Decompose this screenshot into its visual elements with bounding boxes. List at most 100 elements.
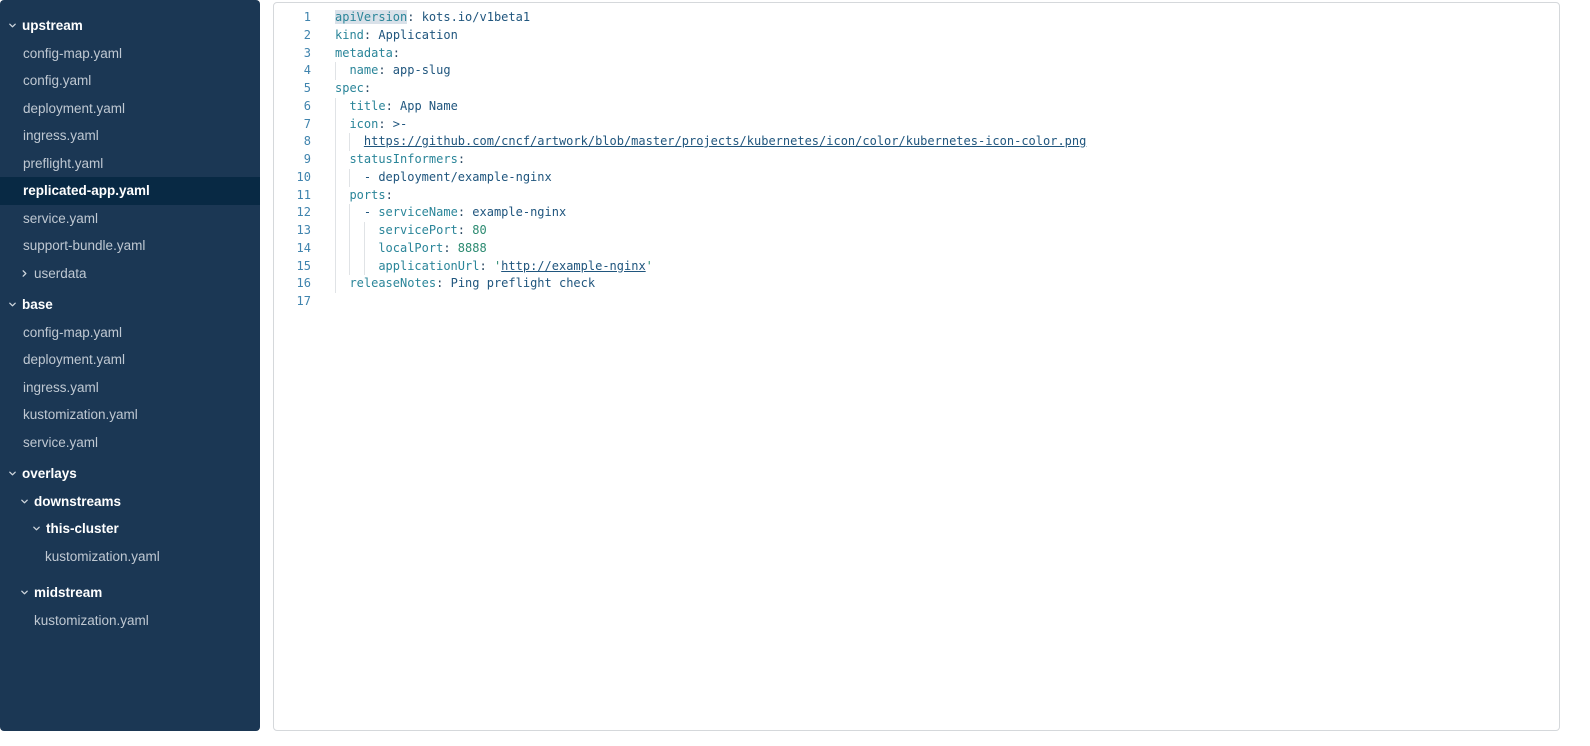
code-line[interactable]: 15applicationUrl: 'http://example-nginx' — [274, 258, 1559, 276]
tree-file-ingress.yaml[interactable]: ingress.yaml — [0, 374, 260, 402]
tree-item-label: upstream — [22, 18, 83, 33]
yaml-value: App Name — [393, 99, 458, 113]
line-number[interactable]: 8 — [274, 133, 311, 151]
tree-folder-downstreams[interactable]: downstreams — [0, 488, 260, 516]
tree-item-label: preflight.yaml — [23, 156, 103, 171]
editor-content[interactable]: 1apiVersion: kots.io/v1beta12kind: Appli… — [274, 3, 1559, 311]
tree-file-config.yaml[interactable]: config.yaml — [0, 67, 260, 95]
code-text: servicePort: 80 — [311, 222, 487, 240]
tree-folder-userdata[interactable]: userdata — [0, 260, 260, 288]
code-text: applicationUrl: 'http://example-nginx' — [311, 258, 653, 276]
tree-item-label: config-map.yaml — [23, 325, 122, 340]
code-text: https://github.com/cncf/artwork/blob/mas… — [311, 133, 1086, 151]
tree-file-preflight.yaml[interactable]: preflight.yaml — [0, 150, 260, 178]
tree-item-label: deployment.yaml — [23, 352, 125, 367]
code-line[interactable]: 2kind: Application — [274, 27, 1559, 45]
yaml-key: kind — [335, 28, 364, 42]
tree-item-label: replicated-app.yaml — [23, 183, 150, 198]
line-number[interactable]: 5 — [274, 80, 311, 98]
code-line[interactable]: 16releaseNotes: Ping preflight check — [274, 275, 1559, 293]
tree-file-deployment.yaml[interactable]: deployment.yaml — [0, 95, 260, 123]
tree-item-label: userdata — [34, 266, 87, 281]
tree-file-config-map.yaml[interactable]: config-map.yaml — [0, 40, 260, 68]
code-line[interactable]: 5spec: — [274, 80, 1559, 98]
yaml-punctuation: : — [443, 241, 450, 255]
line-number[interactable]: 14 — [274, 240, 311, 258]
tree-item-label: this-cluster — [46, 521, 119, 536]
tree-item-label: support-bundle.yaml — [23, 238, 145, 253]
indent-guide — [335, 133, 349, 151]
code-line[interactable]: 14localPort: 8888 — [274, 240, 1559, 258]
line-number[interactable]: 9 — [274, 151, 311, 169]
line-number[interactable]: 11 — [274, 187, 311, 205]
chevron-down-icon — [20, 497, 34, 506]
indent-guide — [349, 133, 363, 151]
tree-folder-base[interactable]: base — [0, 291, 260, 319]
code-line[interactable]: 13servicePort: 80 — [274, 222, 1559, 240]
code-line[interactable]: 6title: App Name — [274, 98, 1559, 116]
yaml-punctuation: : — [458, 223, 465, 237]
tree-file-kustomization.yaml[interactable]: kustomization.yaml — [0, 543, 260, 571]
code-line[interactable]: 11ports: — [274, 187, 1559, 205]
tree-file-config-map.yaml[interactable]: config-map.yaml — [0, 319, 260, 347]
code-line[interactable]: 17 — [274, 293, 1559, 311]
code-text: kind: Application — [311, 27, 458, 45]
tree-folder-this-cluster[interactable]: this-cluster — [0, 515, 260, 543]
code-line[interactable]: 12- serviceName: example-nginx — [274, 204, 1559, 222]
code-text: apiVersion: kots.io/v1beta1 — [311, 9, 530, 27]
line-number[interactable]: 4 — [274, 62, 311, 80]
line-number[interactable]: 7 — [274, 116, 311, 134]
tree-file-replicated-app.yaml[interactable]: replicated-app.yaml — [0, 177, 260, 205]
indent-guide — [335, 62, 349, 80]
indent-guide — [364, 222, 378, 240]
indent-guide — [335, 258, 349, 276]
code-text: statusInformers: — [311, 151, 465, 169]
code-line[interactable]: 10- deployment/example-nginx — [274, 169, 1559, 187]
line-number[interactable]: 15 — [274, 258, 311, 276]
line-number[interactable]: 13 — [274, 222, 311, 240]
tree-file-deployment.yaml[interactable]: deployment.yaml — [0, 346, 260, 374]
line-number[interactable]: 2 — [274, 27, 311, 45]
code-line[interactable]: 7icon: >- — [274, 116, 1559, 134]
tree-file-ingress.yaml[interactable]: ingress.yaml — [0, 122, 260, 150]
yaml-key: localPort — [378, 241, 443, 255]
code-line[interactable]: 3metadata: — [274, 45, 1559, 63]
line-number[interactable]: 1 — [274, 9, 311, 27]
line-number[interactable]: 17 — [274, 293, 311, 311]
tree-file-kustomization.yaml[interactable]: kustomization.yaml — [0, 401, 260, 429]
yaml-punctuation: : — [458, 205, 465, 219]
chevron-down-icon — [8, 300, 22, 309]
indent-guide — [349, 169, 363, 187]
code-line[interactable]: 8https://github.com/cncf/artwork/blob/ma… — [274, 133, 1559, 151]
line-number[interactable]: 12 — [274, 204, 311, 222]
indent-guide — [349, 222, 363, 240]
yaml-key: title — [349, 99, 385, 113]
tree-item-label: config.yaml — [23, 73, 91, 88]
code-line[interactable]: 4name: app-slug — [274, 62, 1559, 80]
tree-folder-upstream[interactable]: upstream — [0, 12, 260, 40]
code-line[interactable]: 9statusInformers: — [274, 151, 1559, 169]
line-number[interactable]: 10 — [274, 169, 311, 187]
yaml-punctuation: : — [364, 81, 371, 95]
tree-item-label: deployment.yaml — [23, 101, 125, 116]
chevron-right-icon — [20, 269, 34, 278]
yaml-key: icon — [349, 117, 378, 131]
indent-guide — [349, 258, 363, 276]
tree-file-support-bundle.yaml[interactable]: support-bundle.yaml — [0, 232, 260, 260]
tree-file-service.yaml[interactable]: service.yaml — [0, 205, 260, 233]
tree-folder-midstream[interactable]: midstream — [0, 579, 260, 607]
line-number[interactable]: 16 — [274, 275, 311, 293]
yaml-value: Ping preflight check — [443, 276, 595, 290]
tree-file-service.yaml[interactable]: service.yaml — [0, 429, 260, 457]
line-number[interactable]: 6 — [274, 98, 311, 116]
editor-panel: 1apiVersion: kots.io/v1beta12kind: Appli… — [273, 2, 1560, 731]
indent-guide — [335, 98, 349, 116]
line-number[interactable]: 3 — [274, 45, 311, 63]
tree-folder-overlays[interactable]: overlays — [0, 460, 260, 488]
code-line[interactable]: 1apiVersion: kots.io/v1beta1 — [274, 9, 1559, 27]
yaml-value: Application — [371, 28, 458, 42]
yaml-key: metadata — [335, 46, 393, 60]
tree-file-kustomization.yaml[interactable]: kustomization.yaml — [0, 607, 260, 635]
indent-guide — [335, 169, 349, 187]
tree-item-label: service.yaml — [23, 211, 98, 226]
